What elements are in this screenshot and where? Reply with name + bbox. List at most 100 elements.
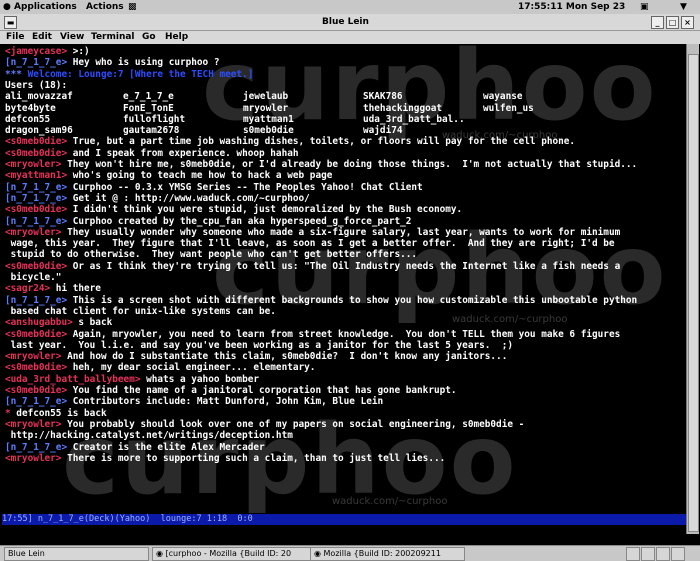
chat-text: wage, this year. They figure that I'll l… [5,238,615,250]
browser-icon: ◉ [314,549,324,558]
menu-edit[interactable]: Edit [32,32,52,42]
chat-nick: [n_7_1_7_e> [5,396,68,408]
user-name: SKAK786 [363,91,403,103]
user-name: thehackinggoat [363,102,443,114]
task-label: [curphoo - Mozilla {Build ID: 20 [165,549,292,558]
chat-text: And how do I substantiate this claim, s0… [61,351,508,363]
chat-line: last year. You l.i.e. and say you've bee… [5,340,513,351]
chat-nick: <mryowler> [5,226,62,238]
chat-line: [n_7_1_7_e> Hey who is using curphoo ? [5,57,220,68]
scrollbar-thumb[interactable] [688,54,699,532]
chat-text: Creator is the elite Alex Mercader [67,441,265,453]
chat-text: hi there [50,283,101,295]
top-panel: ● Applications Actions ▩ 17:55:11 Mon Se… [0,0,700,15]
chat-line: <uda_3rd_batt_ballybeem> whats a yahoo b… [5,374,259,385]
user-list-row: byte4byte FonE_TonE mryowler thehackinggoat… [5,103,685,114]
task-label: Blue Lein [8,549,45,558]
chat-text: defcon55 is back [16,407,107,419]
terminal-launcher-icon[interactable]: ▩ [128,2,137,12]
maximize-button[interactable]: □ [666,16,679,29]
chat-nick: [n_7_1_7_e> [5,215,68,227]
task-blue-lein[interactable]: Blue Lein [4,547,149,561]
chat-line: <s0meb0die> heh, my dear social engineer… [5,362,315,373]
terminal-view[interactable]: curphoo waduck.com/~curphoo curphoo wadu… [2,44,686,514]
chat-nick: <s0meb0die> [5,260,68,272]
chat-text: http://hacking.catalyst.net/writings/dec… [5,430,293,442]
panel-arrow-icon[interactable]: ▼ [680,2,687,12]
panel-applet-icon[interactable]: ▣ [640,2,649,12]
chat-line: <mryowler> They usually wonder why someo… [5,227,620,238]
chat-text: s back [72,317,113,329]
user-name: FonE_TonE [123,102,174,114]
browser-icon: ◉ [156,549,166,558]
menu-terminal[interactable]: Terminal [91,32,135,42]
chat-text: based chat client for unix-like systems … [5,305,276,317]
user-name: myattman1 [243,113,294,125]
user-list-row: dragon_sam96 gautam2678 s0meb0die wajdi74 [5,125,685,136]
chat-line: based chat client for unix-like systems … [5,306,276,317]
chat-line: http://hacking.catalyst.net/writings/dec… [5,430,293,441]
chat-nick: <s0meb0die> [5,328,68,340]
chat-nick: [n_7_1_7_e> [5,181,68,193]
workspace-4[interactable] [671,547,685,561]
window-menu-button[interactable]: ▬ [4,16,17,29]
chat-line: Users (18): [5,80,67,91]
chat-nick: [n_7_1_7_e> [5,441,68,453]
chat-nick: <mryowler> [5,452,62,464]
user-name: s0meb0die [243,125,294,137]
chat-text: who's going to teach me how to hack a we… [67,170,333,182]
menu-view[interactable]: View [60,32,84,42]
workspace-1[interactable] [626,547,640,561]
chat-text: Curphoo created by the_cpu_fan aka hyper… [67,215,412,227]
chat-text: Curphoo -- 0.3.x YMSG Series -- The Peop… [67,181,423,193]
chat-text: Contributors include: Matt Dunford, John… [67,396,384,408]
menu-go[interactable]: Go [142,32,156,42]
chat-text: Again, mryowler, you need to learn from … [67,328,621,340]
menu-help[interactable]: Help [165,32,188,42]
chat-line: * defcon55 is back [5,408,107,419]
applications-menu[interactable]: Applications [14,2,77,12]
chat-text: You probably should look over one of my … [61,418,525,430]
chat-nick: [n_7_1_7_e> [5,192,68,204]
clock[interactable]: 17:55:11 Mon Sep 23 [518,2,625,12]
chat-nick: <myattman1> [5,170,68,182]
window-titlebar[interactable]: ▬ Blue Lein _ □ × [0,14,700,31]
chat-text: stupid to do otherwise. They want people… [5,249,418,261]
scrollbar[interactable] [686,44,699,534]
chat-text: You find the name of a janitoral corpora… [67,385,457,396]
close-button[interactable]: × [681,16,694,29]
user-name: gautam2678 [123,125,180,137]
chat-nick: <s0meb0die> [5,136,68,148]
chat-text: Hey who is using curphoo ? [67,57,220,69]
chat-input-line[interactable] [2,526,686,536]
actions-menu[interactable]: Actions [86,2,124,12]
user-name: jewelaub [243,91,289,103]
workspace-3[interactable] [656,547,670,561]
task-mozilla[interactable]: ◉ Mozilla {Build ID: 200209211 [310,547,465,561]
chat-line: [n_7_1_7_e> This is a screen shot with d… [5,295,637,306]
chat-topic: Welcome: Lounge:7 [Where the TECH meet.] [27,68,254,80]
chat-nick: <s0meb0die> [5,385,68,396]
menu-file[interactable]: File [6,32,24,42]
workspace-2[interactable] [641,547,655,561]
chat-nick: <sagr24> [5,283,51,295]
chat-nick: <uda_3rd_batt_ballybeem> [5,373,141,385]
chat-line: <myattman1> who's going to teach me how … [5,170,332,181]
user-name: fulloflight [123,113,186,125]
chat-line: <mryowler> And how do I substantiate thi… [5,351,507,362]
user-name: wajdi74 [363,125,403,137]
chat-line: <s0meb0die> You find the name of a janit… [5,385,457,396]
user-name: wayanse [483,91,523,103]
minimize-button[interactable]: _ [651,16,664,29]
chat-line: <mryowler> There is more to supporting s… [5,453,445,464]
chat-text: heh, my dear social engineer... elementa… [67,362,316,374]
chat-nick: * [5,407,17,419]
menu-bar: File Edit View Terminal Go Help [0,31,700,44]
chat-line: <mryowler> You probably should look over… [5,419,524,430]
task-curphoo-mozilla[interactable]: ◉ [curphoo - Mozilla {Build ID: 20 [152,547,311,561]
chat-text: Users (18): [5,79,68,91]
chat-text: True, but a part time job washing dishes… [67,136,576,148]
user-list-row: defcon55 fulloflight myattman1 uda_3rd_batt… [5,114,685,125]
chat-line: bicycle." [5,272,62,283]
chat-text: last year. You l.i.e. and say you've bee… [5,339,513,351]
